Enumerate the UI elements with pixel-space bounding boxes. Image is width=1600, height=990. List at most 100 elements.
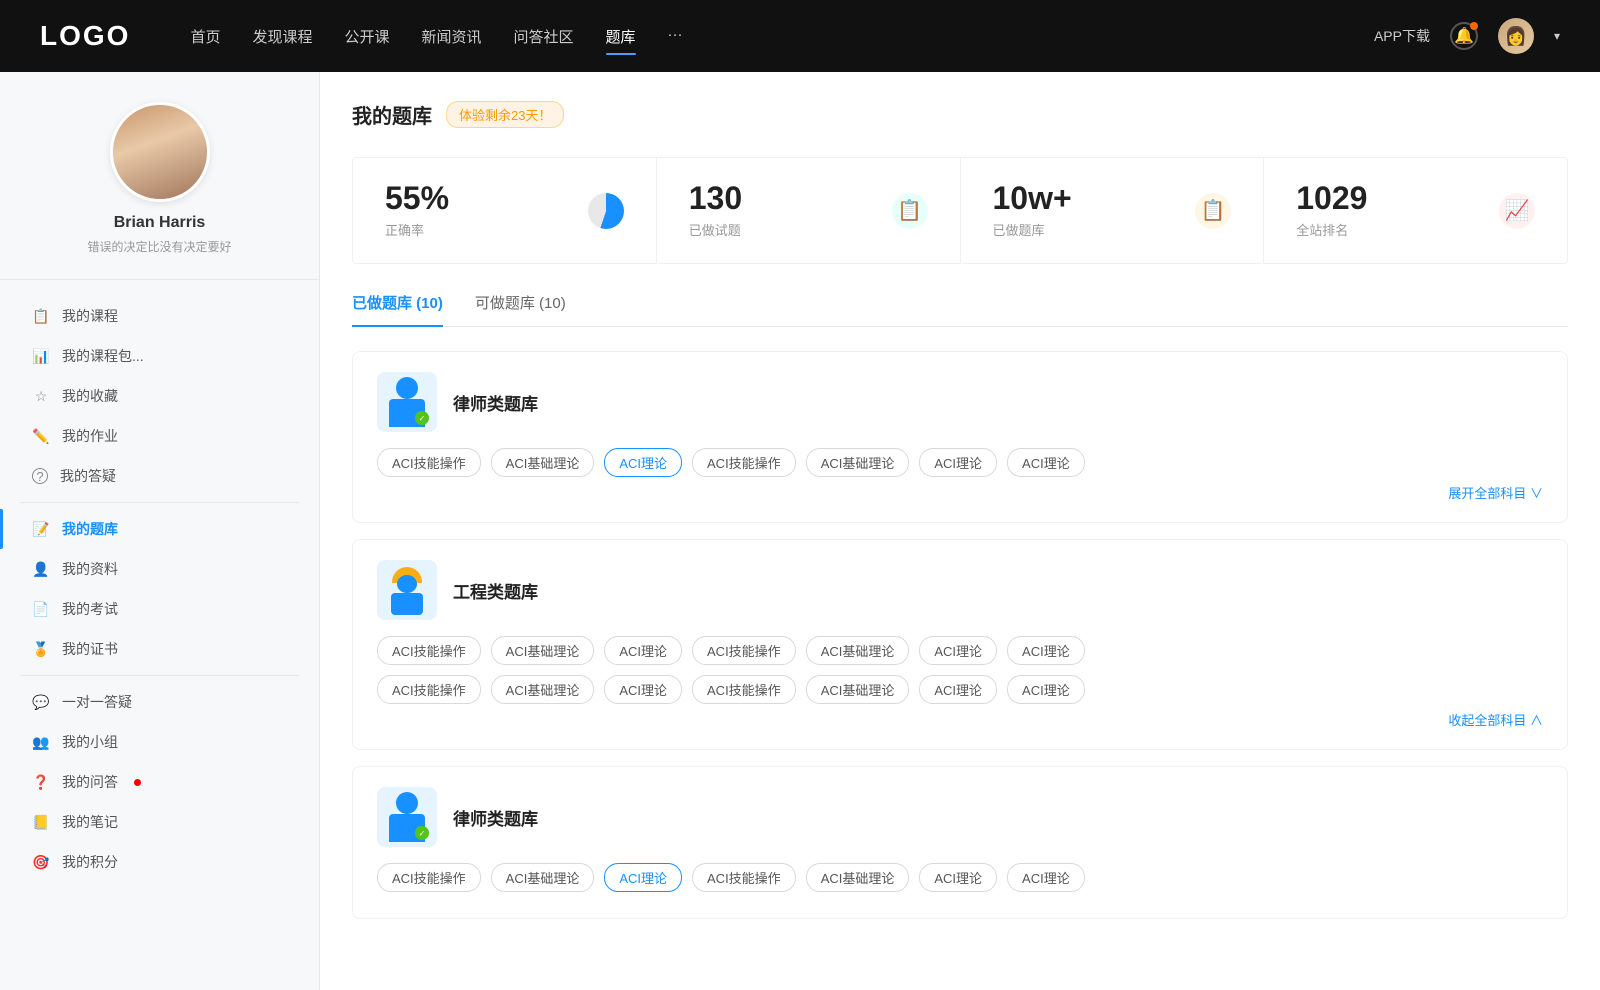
sidebar-item-my-qa[interactable]: ? 我的答疑 [0, 456, 319, 496]
nav-links: 首页 发现课程 公开课 新闻资讯 问答社区 题库 ··· [190, 22, 1334, 51]
lawyer-head [396, 377, 418, 399]
app-download-link[interactable]: APP下载 [1374, 26, 1430, 46]
stat-ranking-label: 全站排名 [1296, 220, 1487, 239]
accuracy-pie-chart [588, 193, 624, 229]
bank-tags-engineer-row1: ACI技能操作 ACI基础理论 ACI理论 ACI技能操作 ACI基础理论 AC… [377, 636, 1543, 665]
sidebar-item-one-on-one[interactable]: 💬 一对一答疑 [0, 682, 319, 722]
qa-icon: ❓ [32, 773, 50, 791]
tag-1[interactable]: ACI基础理论 [491, 448, 595, 477]
bank-stats-icon-symbol: 📋 [1201, 198, 1226, 223]
nav-home[interactable]: 首页 [190, 22, 220, 51]
notification-bell[interactable]: 🔔 [1450, 22, 1478, 50]
eng-tag2-3[interactable]: ACI技能操作 [692, 675, 796, 704]
nav-open-course[interactable]: 公开课 [344, 22, 389, 51]
sidebar-item-points[interactable]: 🎯 我的积分 [0, 842, 319, 882]
sidebar-item-homework[interactable]: ✏️ 我的作业 [0, 416, 319, 456]
tag-5[interactable]: ACI理论 [919, 448, 997, 477]
eng-tag2-4[interactable]: ACI基础理论 [806, 675, 910, 704]
eng-tag-6[interactable]: ACI理论 [1007, 636, 1085, 665]
stats-row: 55% 正确率 130 已做试题 📋 10w+ 已做题库 [352, 157, 1568, 264]
lawyer-bank-icon-2: ✓ [377, 787, 437, 847]
nav-more[interactable]: ··· [668, 22, 683, 51]
stat-questions-done-label: 已做试题 [689, 220, 880, 239]
collapse-link-engineer[interactable]: 收起全部科目 ∧ [377, 710, 1543, 729]
avatar-image [113, 105, 207, 199]
tag-2-active[interactable]: ACI理论 [604, 448, 682, 477]
tab-done-banks[interactable]: 已做题库 (10) [352, 292, 443, 327]
eng-tag2-0[interactable]: ACI技能操作 [377, 675, 481, 704]
sidebar-item-exam[interactable]: 📄 我的考试 [0, 589, 319, 629]
trial-badge: 体验剩余23天！ [446, 101, 564, 128]
nav-question-bank[interactable]: 题库 [606, 22, 636, 51]
tag-6[interactable]: ACI理论 [1007, 448, 1085, 477]
l2-tag-4[interactable]: ACI基础理论 [806, 863, 910, 892]
bank-card-engineer: 工程类题库 ACI技能操作 ACI基础理论 ACI理论 ACI技能操作 ACI基… [352, 539, 1568, 750]
sidebar-item-notes[interactable]: 📒 我的笔记 [0, 802, 319, 842]
sidebar-item-course-package[interactable]: 📊 我的课程包... [0, 336, 319, 376]
lawyer-bank-icon-1: ✓ [377, 372, 437, 432]
bank-title-engineer: 工程类题库 [453, 578, 538, 603]
sidebar-item-profile[interactable]: 👤 我的资料 [0, 549, 319, 589]
book-icon: 📋 [32, 307, 50, 325]
cert-icon: 🏅 [32, 640, 50, 658]
sidebar-item-certificate[interactable]: 🏅 我的证书 [0, 629, 319, 669]
eng-tag2-5[interactable]: ACI理论 [919, 675, 997, 704]
chat-icon: 💬 [32, 693, 50, 711]
l2-tag-1[interactable]: ACI基础理论 [491, 863, 595, 892]
stat-banks-done-value: 10w+ [993, 182, 1184, 214]
stat-ranking-text: 1029 全站排名 [1296, 182, 1487, 239]
eng-tag2-6[interactable]: ACI理论 [1007, 675, 1085, 704]
bank-card-lawyer-2-header: ✓ 律师类题库 [377, 787, 1543, 847]
stat-questions-done: 130 已做试题 📋 [657, 158, 961, 263]
bank-card-lawyer-2: ✓ 律师类题库 ACI技能操作 ACI基础理论 ACI理论 ACI技能操作 AC… [352, 766, 1568, 919]
page-title: 我的题库 [352, 100, 432, 129]
tag-4[interactable]: ACI基础理论 [806, 448, 910, 477]
profile-avatar[interactable] [110, 102, 210, 202]
stat-ranking: 1029 全站排名 📈 [1264, 158, 1567, 263]
bank-card-lawyer-1: ✓ 律师类题库 ACI技能操作 ACI基础理论 ACI理论 ACI技能操作 AC… [352, 351, 1568, 523]
stat-questions-done-text: 130 已做试题 [689, 182, 880, 239]
lawyer-badge: ✓ [415, 411, 429, 425]
stat-banks-done-label: 已做题库 [993, 220, 1184, 239]
sidebar-item-favorites[interactable]: ☆ 我的收藏 [0, 376, 319, 416]
chart-icon: 📊 [32, 347, 50, 365]
nav-discover[interactable]: 发现课程 [252, 22, 312, 51]
main-layout: Brian Harris 错误的决定比没有决定要好 📋 我的课程 📊 我的课程包… [0, 72, 1600, 990]
file-icon: 📄 [32, 600, 50, 618]
avatar-image: 👩 [1498, 18, 1534, 54]
eng-tag-1[interactable]: ACI基础理论 [491, 636, 595, 665]
l2-tag-3[interactable]: ACI技能操作 [692, 863, 796, 892]
bank-icon: 📝 [32, 520, 50, 538]
sidebar-item-group[interactable]: 👥 我的小组 [0, 722, 319, 762]
top-navigation: LOGO 首页 发现课程 公开课 新闻资讯 问答社区 题库 ··· APP下载 … [0, 0, 1600, 72]
profile-motto: 错误的决定比没有决定要好 [87, 238, 231, 255]
eng-tag2-1[interactable]: ACI基础理论 [491, 675, 595, 704]
stat-accuracy-value: 55% [385, 182, 576, 214]
tag-3[interactable]: ACI技能操作 [692, 448, 796, 477]
page-header: 我的题库 体验剩余23天！ [352, 100, 1568, 129]
expand-link-1[interactable]: 展开全部科目 ∨ [377, 483, 1543, 502]
tabs-row: 已做题库 (10) 可做题库 (10) [352, 292, 1568, 327]
questions-done-icon: 📋 [892, 193, 928, 229]
tab-available-banks[interactable]: 可做题库 (10) [475, 292, 566, 327]
sidebar-item-my-course[interactable]: 📋 我的课程 [0, 296, 319, 336]
nav-news[interactable]: 新闻资讯 [422, 22, 482, 51]
eng-tag2-2[interactable]: ACI理论 [604, 675, 682, 704]
eng-tag-0[interactable]: ACI技能操作 [377, 636, 481, 665]
tag-0[interactable]: ACI技能操作 [377, 448, 481, 477]
l2-tag-0[interactable]: ACI技能操作 [377, 863, 481, 892]
sidebar-item-questions[interactable]: ❓ 我的问答 [0, 762, 319, 802]
l2-tag-6[interactable]: ACI理论 [1007, 863, 1085, 892]
eng-tag-4[interactable]: ACI基础理论 [806, 636, 910, 665]
eng-tag-3[interactable]: ACI技能操作 [692, 636, 796, 665]
l2-tag-5[interactable]: ACI理论 [919, 863, 997, 892]
l2-tag-2-active[interactable]: ACI理论 [604, 863, 682, 892]
user-menu-chevron[interactable]: ▾ [1554, 29, 1560, 43]
profile-name: Brian Harris [114, 214, 206, 232]
sidebar-item-question-bank[interactable]: 📝 我的题库 [0, 509, 319, 549]
nav-qa[interactable]: 问答社区 [514, 22, 574, 51]
eng-tag-2[interactable]: ACI理论 [604, 636, 682, 665]
eng-tag-5[interactable]: ACI理论 [919, 636, 997, 665]
unread-dot [134, 779, 141, 786]
user-avatar-nav[interactable]: 👩 [1498, 18, 1534, 54]
